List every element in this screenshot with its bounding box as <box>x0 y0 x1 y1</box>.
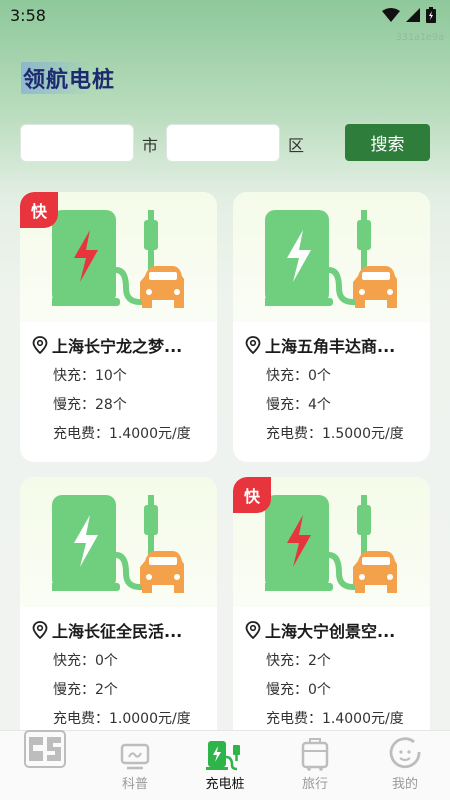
bottom-tab-bar: 科普 充电桩 旅行 我的 <box>0 730 450 800</box>
tab-charging[interactable]: 充电桩 <box>180 731 270 800</box>
station-card[interactable]: 快 上海长宁龙之梦... 快充：10个 慢充：28个 充电费：1.4000元/度 <box>20 192 217 462</box>
luggage-icon <box>300 737 330 771</box>
charging-pile-illustration <box>52 210 184 308</box>
search-row: 市 区 搜索 <box>20 124 430 162</box>
location-pin-icon <box>32 621 48 639</box>
location-pin-icon <box>245 336 261 354</box>
charging-fee: 充电费：1.4000元/度 <box>266 711 404 727</box>
fast-charge-count: 快充：2个 <box>266 653 331 669</box>
city-input[interactable] <box>20 124 134 162</box>
fast-charge-tag: 快 <box>20 192 58 228</box>
wifi-icon <box>382 8 400 22</box>
status-bar: 3:58 <box>0 0 450 30</box>
slow-charge-count: 慢充：0个 <box>266 682 331 698</box>
tab-profile[interactable]: 我的 <box>360 731 450 800</box>
status-icons <box>382 7 436 23</box>
tab-label: 我的 <box>391 777 418 792</box>
charging-pile-illustration <box>52 495 184 593</box>
charging-fee: 充电费：1.4000元/度 <box>53 426 191 442</box>
science-icon <box>119 737 151 771</box>
charging-fee: 充电费：1.0000元/度 <box>53 711 191 727</box>
app-logo-icon <box>23 730 67 771</box>
profile-icon <box>388 737 422 771</box>
charging-fee: 充电费：1.5000元/度 <box>266 426 404 442</box>
station-card[interactable]: 快 上海大宁创景空... 快充：2个 慢充：0个 充电费：1.4000元/度 <box>233 477 430 747</box>
station-name: 上海长征全民活... <box>52 622 183 641</box>
slow-charge-count: 慢充：28个 <box>53 397 127 413</box>
fast-charge-tag: 快 <box>233 477 271 513</box>
charging-station-image <box>233 192 430 322</box>
district-unit-label: 区 <box>288 136 305 155</box>
tab-label: 充电桩 <box>205 777 245 792</box>
tab-science[interactable]: 科普 <box>90 731 180 800</box>
charging-pile-illustration <box>265 495 397 593</box>
location-pin-icon <box>245 621 261 639</box>
slow-charge-count: 慢充：2个 <box>53 682 118 698</box>
slow-charge-count: 慢充：4个 <box>266 397 331 413</box>
tab-travel[interactable]: 旅行 <box>270 731 360 800</box>
station-card[interactable]: 上海长征全民活... 快充：0个 慢充：2个 充电费：1.0000元/度 <box>20 477 217 747</box>
city-unit-label: 市 <box>142 136 159 155</box>
status-time: 3:58 <box>10 5 46 25</box>
tab-label: 科普 <box>121 777 148 792</box>
charging-station-image <box>20 477 217 607</box>
battery-icon <box>426 7 436 23</box>
station-name: 上海大宁创景空... <box>265 622 396 641</box>
tab-home[interactable] <box>0 730 90 800</box>
location-pin-icon <box>32 336 48 354</box>
tab-label: 旅行 <box>301 777 328 792</box>
signal-icon <box>406 8 420 22</box>
station-name: 上海长宁龙之梦... <box>52 337 183 356</box>
district-input[interactable] <box>166 124 280 162</box>
charging-pile-icon <box>206 737 244 771</box>
station-card[interactable]: 上海五角丰达商... 快充：0个 慢充：4个 充电费：1.5000元/度 <box>233 192 430 462</box>
fast-charge-count: 快充：0个 <box>266 368 331 384</box>
charging-pile-illustration <box>265 210 397 308</box>
fast-charge-count: 快充：0个 <box>53 653 118 669</box>
build-id: 331a1e9a <box>395 32 444 43</box>
fast-charge-count: 快充：10个 <box>53 368 127 384</box>
page-title: 领航电桩 <box>21 62 118 94</box>
station-name: 上海五角丰达商... <box>265 337 396 356</box>
search-button[interactable]: 搜索 <box>345 124 430 161</box>
